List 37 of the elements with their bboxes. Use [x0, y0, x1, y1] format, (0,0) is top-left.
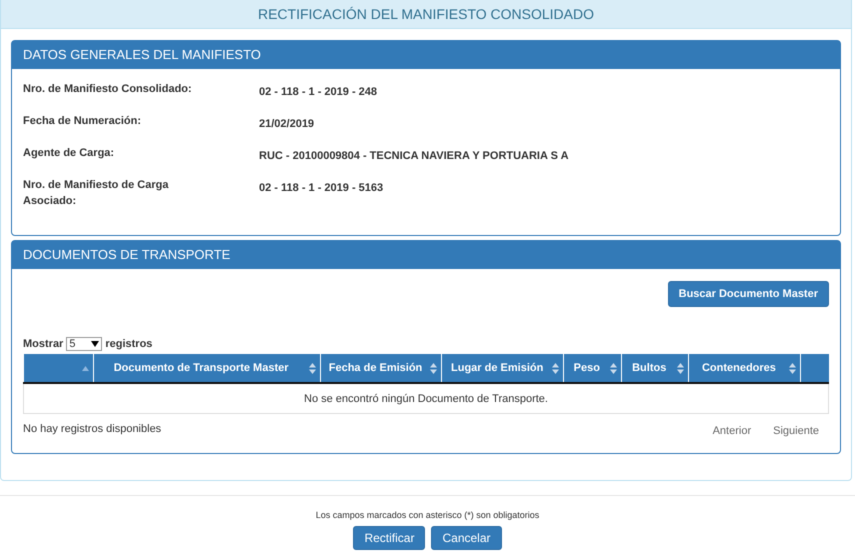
sort-icon: [789, 362, 796, 374]
field-label: Fecha de Numeración:: [23, 114, 142, 129]
sort-icon: [308, 362, 316, 374]
sort-icon: [430, 362, 438, 374]
field-label: Nro. de Manifiesto de Carga Asociado:: [23, 178, 170, 209]
required-note: Los campos marcados con asterisco (*) son obligatorios: [314, 510, 540, 520]
pagination-button[interactable]: Siguiente: [763, 423, 829, 439]
empty-message: No se encontró ningún Documento de Transporte.: [24, 383, 828, 414]
column-header[interactable]: Contenedores: [688, 354, 801, 383]
column-header[interactable]: Bultos: [621, 354, 688, 383]
sort-icon: [610, 362, 617, 374]
column-header[interactable]: Peso: [563, 354, 622, 383]
pagination-button[interactable]: Anterior: [702, 423, 762, 439]
field-label: Agente de Carga:: [23, 146, 116, 161]
field-value: 21/02/2019: [259, 117, 314, 132]
search-button[interactable]: Buscar Documento Master: [668, 281, 829, 307]
table-info: No hay registros disponibles: [23, 423, 162, 435]
column-header[interactable]: [800, 354, 828, 383]
field-label: Nro. de Manifiesto Consolidado:: [23, 82, 193, 97]
panel-heading: DOCUMENTOS DE TRANSPORTE: [12, 241, 840, 269]
action-button[interactable]: Rectificar: [353, 526, 426, 550]
field-value: 02 - 118 - 1 - 2019 - 5163: [259, 181, 384, 196]
field-value: 02 - 118 - 1 - 2019 - 248: [259, 85, 378, 100]
length-label: registros: [105, 338, 152, 350]
length-label: Mostrar: [23, 338, 64, 350]
sort-icon: [676, 362, 684, 374]
caret-icon: [91, 341, 100, 347]
field-value: RUC - 20100009804 - TECNICA NAVIERA Y PORTUARIA S A: [259, 149, 569, 164]
sort-ascending-icon: [82, 366, 88, 370]
page-title: RECTIFICACIÓN DEL MANIFIESTO CONSOLIDADO: [1, 0, 851, 29]
column-header[interactable]: Documento de Transporte Master: [93, 354, 320, 383]
sort-icon: [552, 362, 559, 374]
column-header[interactable]: Fecha de Emisión: [320, 354, 442, 383]
column-header[interactable]: Lugar de Emisión: [442, 354, 564, 383]
action-button[interactable]: Cancelar: [431, 526, 502, 550]
page-size-select[interactable]: 5: [66, 337, 102, 351]
panel-heading: DATOS GENERALES DEL MANIFIESTO: [12, 41, 840, 69]
